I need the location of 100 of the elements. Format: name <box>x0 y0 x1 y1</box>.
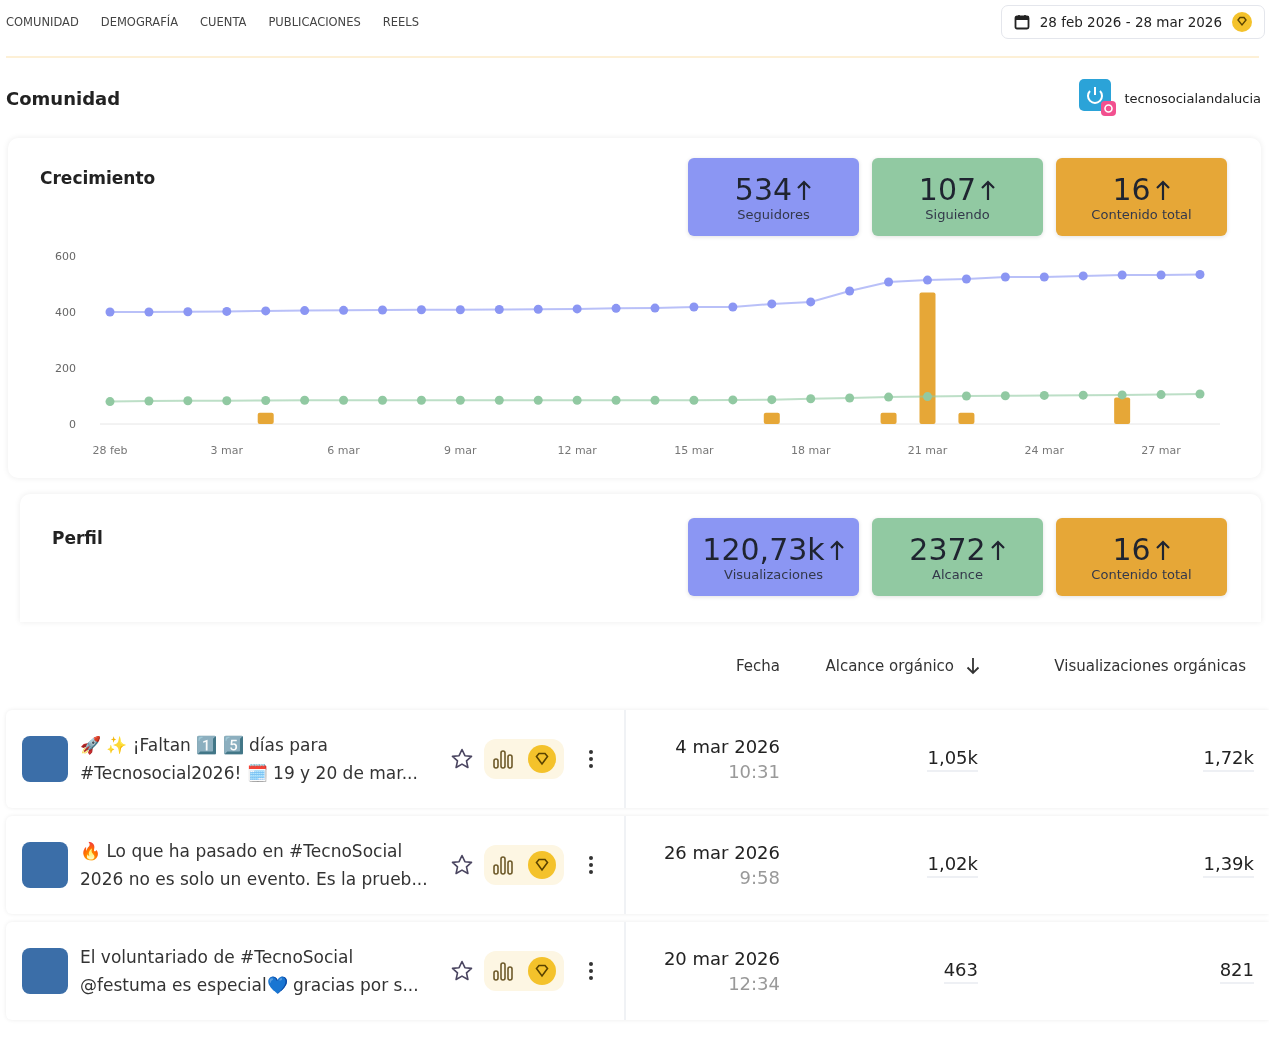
views-value: 821 <box>1219 958 1254 984</box>
account-avatar-icon <box>1078 79 1117 117</box>
reach-value: 463 <box>943 958 978 984</box>
nav-tab[interactable]: COMUNIDAD <box>6 15 79 29</box>
point <box>689 395 699 405</box>
post-time: 10:31 <box>728 761 780 782</box>
point <box>1117 390 1127 400</box>
arrow-up-icon <box>1154 538 1171 561</box>
gem-icon[interactable] <box>528 957 556 985</box>
point <box>339 395 349 405</box>
nav-tab[interactable]: DEMOGRAFÍA <box>100 15 179 29</box>
y-tick-label: 200 <box>55 362 76 375</box>
post-date: 26 mar 2026 <box>663 842 780 863</box>
bar-chart-icon[interactable] <box>492 854 514 876</box>
point <box>183 307 193 317</box>
y-tick-label: 400 <box>55 306 76 319</box>
point <box>455 305 465 315</box>
point <box>533 304 543 314</box>
point <box>961 391 971 401</box>
nav-tab[interactable]: PUBLICACIONES <box>268 15 361 29</box>
column-header[interactable]: Alcance orgánico <box>825 657 954 675</box>
star-icon[interactable] <box>450 959 474 983</box>
arrow-up-icon <box>1154 178 1171 201</box>
column-header[interactable]: Fecha <box>736 657 780 675</box>
stat-value: 120,73k <box>702 532 825 567</box>
point <box>650 395 660 405</box>
post-row[interactable]: El voluntariado de #TecnoSocial @festuma es especial💙 gracias por s... 20 mar 2026 12:34 463 821 <box>6 922 1269 1020</box>
point <box>689 302 699 312</box>
bar <box>958 412 975 424</box>
x-tick-label: 9 mar <box>444 444 477 457</box>
stat-value: 2372 <box>909 532 986 567</box>
post-time: 12:34 <box>728 973 780 994</box>
bar <box>880 412 897 424</box>
y-tick-label: 600 <box>55 250 76 263</box>
point <box>923 392 932 402</box>
point <box>1000 272 1010 282</box>
more-options-icon[interactable] <box>588 854 594 876</box>
stat-label: Visualizaciones <box>724 567 823 582</box>
star-icon[interactable] <box>450 747 474 771</box>
point <box>923 275 932 285</box>
bar <box>763 412 780 424</box>
gem-icon <box>1232 12 1252 32</box>
point <box>222 306 232 316</box>
more-options-icon[interactable] <box>588 748 594 770</box>
point <box>1156 390 1166 400</box>
date-range-button[interactable]: 28 feb 2026 - 28 mar 2026 <box>1000 5 1265 39</box>
post-row[interactable]: 🚀 ✨ ¡Faltan 1⃣ 5⃣ días para #Tecnosocial2026! 🗓 19 y 20 de mar... 4 mar 2026 10:31 1,05k 1,72k <box>6 710 1269 808</box>
point <box>378 395 387 405</box>
bar <box>257 412 274 424</box>
point <box>884 277 894 287</box>
post-caption: 🚀 ✨ ¡Faltan 1⃣ 5⃣ días para #Tecnosocial2026! 🗓 19 y 20 de mar... <box>80 734 419 785</box>
sort-down-icon[interactable] <box>966 657 980 675</box>
post-row[interactable]: 🔥 Lo que ha pasado en #TecnoSocial 2026 no es solo un evento. Es la prueb... 26 mar 2026 9:58 1,02k 1,39k <box>6 816 1269 914</box>
point <box>572 395 582 405</box>
point <box>416 305 426 315</box>
account-name: tecnosocialandalucia <box>1124 90 1261 106</box>
nav-tab[interactable]: REELS <box>382 15 420 29</box>
star-icon[interactable] <box>450 853 474 877</box>
gem-icon[interactable] <box>528 851 556 879</box>
arrow-up-icon <box>828 538 845 561</box>
stat-value: 16 <box>1112 532 1151 567</box>
point <box>222 396 232 406</box>
stat-label: Contenido total <box>1091 207 1192 222</box>
bar-chart-icon[interactable] <box>492 960 514 982</box>
point <box>961 274 971 284</box>
x-tick-label: 27 mar <box>1141 444 1181 457</box>
stat-value: 107 <box>918 172 977 207</box>
arrow-up-icon <box>989 538 1006 561</box>
point <box>845 286 855 296</box>
x-tick-label: 12 mar <box>557 444 597 457</box>
column-header[interactable]: Visualizaciones orgánicas <box>1054 657 1246 675</box>
point <box>455 395 465 405</box>
point <box>611 303 621 313</box>
y-tick-label: 0 <box>69 418 76 431</box>
point <box>1117 270 1127 280</box>
point <box>300 395 310 405</box>
x-tick-label: 3 mar <box>210 444 244 457</box>
point <box>884 392 894 402</box>
gem-icon[interactable] <box>528 745 556 773</box>
post-date: 20 mar 2026 <box>663 948 780 969</box>
bar <box>1114 397 1131 424</box>
post-caption: El voluntariado de #TecnoSocial @festuma es especial💙 gracias por s... <box>80 946 420 997</box>
point <box>494 304 504 314</box>
point <box>1078 271 1088 281</box>
more-options-icon[interactable] <box>588 960 594 982</box>
x-tick-label: 24 mar <box>1024 444 1065 457</box>
calendar-icon <box>1013 14 1030 30</box>
nav-tab[interactable]: CUENTA <box>200 15 247 29</box>
point <box>1195 389 1205 399</box>
point <box>533 395 543 405</box>
reach-value: 1,05k <box>927 746 978 772</box>
reach-value: 1,02k <box>927 852 978 878</box>
point <box>494 395 504 405</box>
photo-placeholder <box>22 736 68 782</box>
point <box>144 307 154 317</box>
point <box>1039 272 1049 282</box>
card-title: Crecimiento <box>40 167 156 188</box>
bar-chart-icon[interactable] <box>492 748 514 770</box>
point <box>728 395 738 405</box>
point <box>1078 390 1088 400</box>
